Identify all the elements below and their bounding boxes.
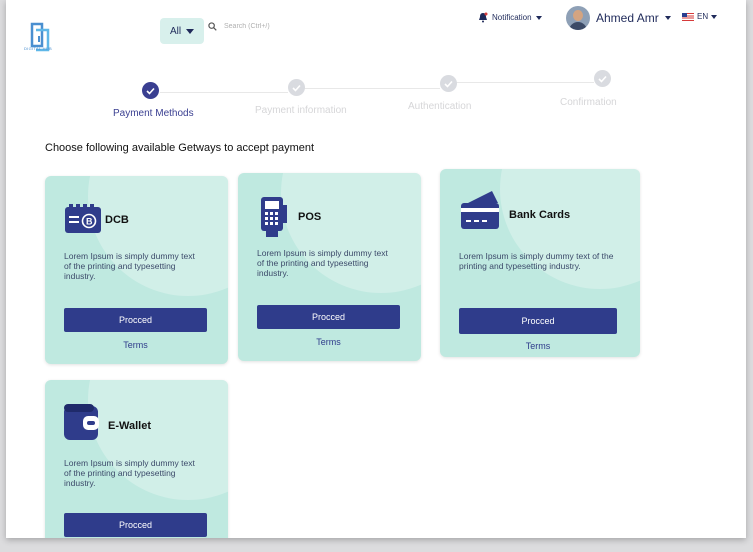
proceed-button[interactable]: Procced: [257, 305, 400, 329]
stepper-line: [160, 92, 288, 93]
page-heading: Choose following available Getways to ac…: [45, 142, 315, 154]
step-4-check-icon: [594, 70, 611, 87]
card-description: Lorem Ipsum is simply dummy text of the …: [459, 251, 614, 271]
user-menu[interactable]: Ahmed Amr: [566, 6, 671, 30]
search-bar: [208, 22, 376, 31]
step-3-check-icon: [440, 75, 457, 92]
gateway-card-e-wallet: E-Wallet Lorem Ipsum is simply dummy tex…: [45, 380, 228, 538]
filter-label: All: [169, 25, 182, 37]
user-name: Ahmed Amr: [596, 11, 659, 25]
proceed-button[interactable]: Procced: [64, 308, 207, 332]
card-title: E-Wallet: [108, 420, 151, 432]
terms-link[interactable]: Terms: [459, 341, 617, 351]
caret-down-icon: [186, 28, 195, 34]
step-3-label[interactable]: Authentication: [408, 101, 471, 112]
gateway-card-bank-cards: Bank Cards Lorem Ipsum is simply dummy t…: [440, 169, 640, 357]
search-icon: [208, 22, 217, 31]
step-2-check-icon: [288, 79, 305, 96]
notification-menu[interactable]: Notification: [478, 12, 542, 23]
caret-down-icon: [711, 14, 718, 19]
svg-text:B: B: [86, 217, 93, 227]
card-title: Bank Cards: [509, 209, 571, 221]
logo-text: DIGITAL HUB: [24, 46, 52, 51]
caret-down-icon: [664, 16, 671, 20]
language-selector[interactable]: EN: [682, 12, 718, 21]
bank-card-icon: [461, 191, 499, 229]
step-2-label[interactable]: Payment information: [255, 105, 347, 116]
card-description: Lorem Ipsum is simply dummy text of the …: [64, 251, 195, 281]
caret-down-icon: [535, 15, 542, 20]
card-description: Lorem Ipsum is simply dummy text of the …: [64, 458, 195, 488]
avatar: [566, 6, 590, 30]
step-4-label[interactable]: Confirmation: [560, 97, 617, 108]
us-flag-icon: [682, 12, 694, 21]
proceed-button[interactable]: Procced: [459, 308, 617, 334]
bell-icon: [479, 12, 488, 23]
gateway-card-dcb: B DCB Lorem Ipsum is simply dummy text o…: [45, 176, 228, 364]
search-input[interactable]: [222, 22, 376, 31]
notification-label: Notification: [492, 13, 532, 22]
dcb-icon: B: [65, 204, 101, 233]
language-label: EN: [697, 12, 709, 21]
stepper-line: [454, 82, 594, 83]
proceed-button[interactable]: Procced: [64, 513, 207, 537]
terms-link[interactable]: Terms: [64, 340, 207, 350]
terms-link[interactable]: Terms: [257, 337, 400, 347]
payment-page: DIGITAL HUB All Notification Ahmed Amr E…: [6, 0, 746, 538]
gateway-card-pos: POS Lorem Ipsum is simply dummy text of …: [238, 173, 421, 361]
card-title: POS: [298, 211, 322, 223]
wallet-icon: [64, 404, 99, 440]
step-1-label[interactable]: Payment Methods: [113, 108, 194, 119]
step-1-check-icon: [142, 82, 159, 99]
pos-icon: [261, 197, 287, 237]
card-title: DCB: [105, 214, 129, 226]
card-description: Lorem Ipsum is simply dummy text of the …: [257, 248, 388, 278]
stepper-line: [302, 88, 440, 89]
search-filter-dropdown[interactable]: All: [160, 18, 204, 44]
